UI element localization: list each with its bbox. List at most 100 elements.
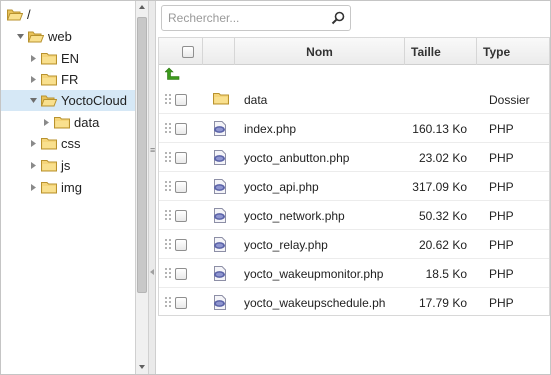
drag-handle-icon[interactable] [165,123,171,134]
tree-node-data[interactable]: data [1,112,135,133]
row-checkbox[interactable] [175,296,187,309]
drag-handle-icon[interactable] [165,239,171,250]
tree-node-web[interactable]: web [1,26,135,47]
collapse-arrow-icon[interactable] [150,269,154,275]
folder-icon [41,137,57,150]
folder-icon [41,181,57,194]
folder-icon [54,116,70,129]
grid-header: Nom Taille Type [159,37,549,65]
row-checkbox[interactable] [175,238,187,251]
file-name[interactable]: yocto_relay.php [244,230,402,259]
tree-node-en[interactable]: EN [1,48,135,69]
row-checkbox[interactable] [175,209,187,222]
expanded-arrow-icon[interactable] [29,96,38,105]
file-manager-window: / web EN FR YoctoCloud data css js img ≡ Nom Tai… [0,0,551,375]
row-select-cell [175,288,195,315]
file-row[interactable]: yocto_wakeupschedule.ph 17.79 Ko PHP [159,288,549,315]
open-folder-icon [6,8,24,21]
tree-node-js[interactable]: js [1,155,135,176]
collapsed-arrow-icon[interactable] [29,183,38,192]
header-icon-cell [203,38,235,65]
open-folder-icon [40,94,58,107]
tree-node-css[interactable]: css [1,133,135,154]
row-checkbox[interactable] [175,93,187,106]
collapsed-arrow-icon[interactable] [29,75,38,84]
file-row[interactable]: yocto_anbutton.php 23.02 Ko PHP [159,143,549,172]
search-input[interactable] [168,9,326,27]
tree-node-label: / [27,7,31,22]
row-icon-cell [213,288,233,315]
php-file-icon [213,208,227,223]
splitter-grip-icon[interactable]: ≡ [150,146,155,155]
row-checkbox[interactable] [175,122,187,135]
row-checkbox[interactable] [175,267,187,280]
file-type: PHP [489,237,514,252]
scroll-up-arrow-icon[interactable] [139,5,145,9]
panel-splitter[interactable]: ≡ [149,1,156,374]
file-row[interactable]: data Dossier [159,85,549,114]
file-name[interactable]: yocto_network.php [244,201,402,230]
file-row[interactable]: yocto_relay.php 20.62 Ko PHP [159,230,549,259]
row-checkbox[interactable] [175,180,187,193]
file-size: 17.79 Ko [418,295,467,310]
tree-node-label: css [61,136,81,151]
row-checkbox[interactable] [175,151,187,164]
tree-node-img[interactable]: img [1,177,135,198]
row-icon-cell [213,85,233,114]
expanded-arrow-icon[interactable] [16,32,25,41]
file-row[interactable]: index.php 160.13 Ko PHP [159,114,549,143]
file-row[interactable]: yocto_api.php 317.09 Ko PHP [159,172,549,201]
file-name[interactable]: yocto_api.php [244,172,402,201]
file-size: 50.32 Ko [418,208,467,223]
file-name[interactable]: index.php [244,114,402,143]
row-icon-cell [213,230,233,259]
row-select-cell [175,85,195,114]
tree-node-yoctocloud[interactable]: YoctoCloud [1,90,135,111]
drag-handle-icon[interactable] [165,181,171,192]
row-icon-cell [213,201,233,230]
file-size: 317.09 Ko [412,179,467,194]
column-header-size[interactable]: Taille [405,38,477,65]
file-name[interactable]: data [244,85,402,114]
php-file-icon [213,266,227,281]
tree-node-fr[interactable]: FR [1,69,135,90]
collapsed-arrow-icon[interactable] [29,139,38,148]
scrollbar-thumb[interactable] [137,17,147,293]
header-select-cell [159,38,203,65]
column-header-type[interactable]: Type [477,38,549,65]
tree-node-root[interactable]: / [1,4,135,25]
drag-handle-icon[interactable] [165,152,171,163]
file-type: PHP [489,179,514,194]
search-icon[interactable] [331,11,345,25]
row-select-cell [175,201,195,230]
select-all-checkbox[interactable] [181,45,194,58]
row-select-cell [175,259,195,288]
php-file-icon [213,295,227,310]
row-select-cell [175,143,195,172]
scroll-down-arrow-icon[interactable] [139,365,145,369]
row-select-cell [175,172,195,201]
collapsed-arrow-icon[interactable] [29,54,38,63]
file-size: 23.02 Ko [418,150,467,165]
collapsed-arrow-icon[interactable] [29,161,38,170]
php-file-icon [213,121,227,136]
file-size: 160.13 Ko [412,121,467,136]
file-name[interactable]: yocto_wakeupmonitor.php [244,259,402,288]
tree-scrollbar[interactable] [135,1,149,374]
row-select-cell [175,114,195,143]
drag-handle-icon[interactable] [165,268,171,279]
drag-handle-icon[interactable] [165,210,171,221]
drag-handle-icon[interactable] [165,297,171,308]
file-row[interactable]: yocto_wakeupmonitor.php 18.5 Ko PHP [159,259,549,288]
file-row[interactable]: yocto_network.php 50.32 Ko PHP [159,201,549,230]
file-name[interactable]: yocto_anbutton.php [244,143,402,172]
collapsed-arrow-icon[interactable] [42,118,51,127]
file-size [405,85,467,114]
parent-folder-row[interactable] [159,65,549,85]
tree-node-label: js [61,158,71,173]
file-name[interactable]: yocto_wakeupschedule.ph [244,288,402,315]
parent-folder-up-icon[interactable] [165,67,181,81]
column-header-name[interactable]: Nom [235,38,405,65]
drag-handle-icon[interactable] [165,94,171,105]
tree-node-label: YoctoCloud [61,93,128,108]
